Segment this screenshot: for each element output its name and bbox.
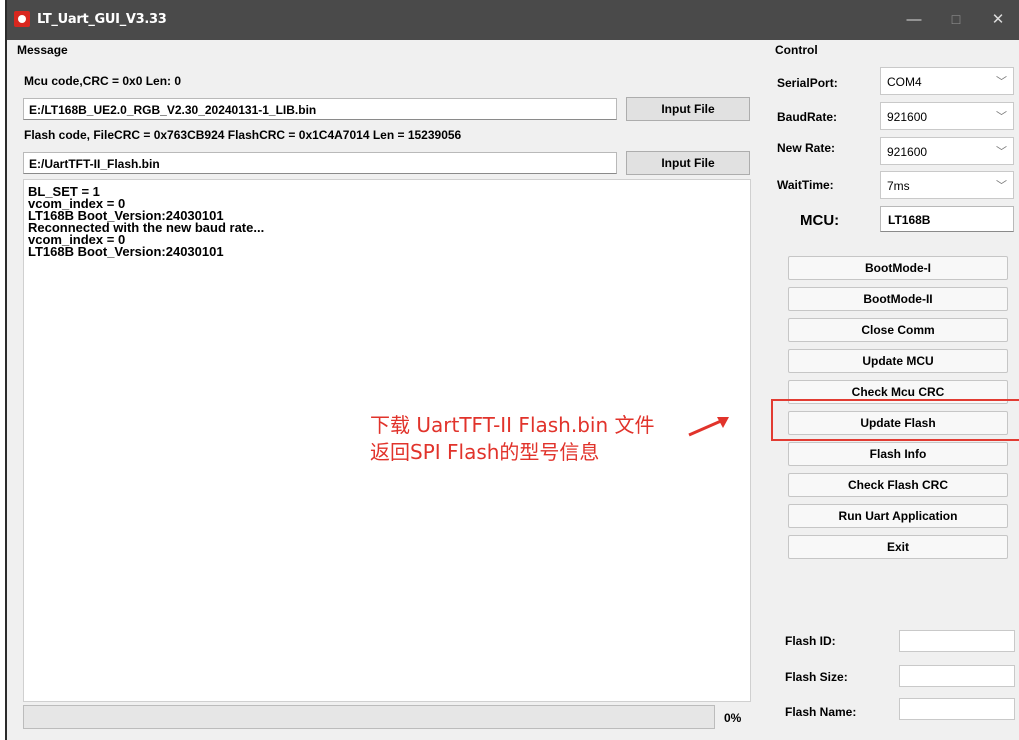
baud-rate-label: BaudRate:	[777, 110, 838, 124]
baud-rate-value: 921600	[887, 110, 928, 124]
arrow-icon	[688, 417, 729, 437]
flash-id-field[interactable]	[899, 630, 1015, 652]
wait-time-label: WaitTime:	[777, 178, 834, 192]
exit-button[interactable]: Exit	[788, 535, 1008, 559]
highlight-box	[771, 399, 1019, 441]
app-window: LT_Uart_GUI_V3.33 — ☐ ✕ Message Mcu code…	[5, 0, 1019, 740]
log-line: Reconnected with the new baud rate...	[28, 220, 265, 235]
baud-rate-select[interactable]: 921600 ﹀	[880, 102, 1014, 130]
mcu-input[interactable]: LT168B	[880, 206, 1014, 232]
progress-percent: 0%	[724, 711, 742, 725]
flash-size-field[interactable]	[899, 665, 1015, 687]
minimize-icon[interactable]: —	[893, 0, 935, 40]
app-icon	[14, 11, 30, 27]
check-flash-crc-button[interactable]: Check Flash CRC	[788, 473, 1008, 497]
flash-file-path-input[interactable]: E:/UartTFT-II_Flash.bin	[23, 152, 617, 174]
window-title: LT_Uart_GUI_V3.33	[37, 12, 167, 27]
serial-port-value: COM4	[887, 75, 922, 89]
mcu-input-file-button[interactable]: Input File	[626, 97, 750, 121]
flash-info-text: Flash code, FileCRC = 0x763CB924 FlashCR…	[24, 128, 462, 142]
run-uart-application-button[interactable]: Run Uart Application	[788, 504, 1008, 528]
log-line: BL_SET = 1	[28, 184, 100, 199]
close-icon[interactable]: ✕	[977, 0, 1019, 40]
message-group-title: Message	[17, 43, 68, 57]
progress-bar	[23, 705, 715, 729]
chevron-down-icon: ﹀	[996, 180, 1007, 192]
serial-port-select[interactable]: COM4 ﹀	[880, 67, 1014, 95]
chevron-down-icon: ﹀	[996, 76, 1007, 88]
serial-port-label: SerialPort:	[777, 76, 838, 90]
update-mcu-button[interactable]: Update MCU	[788, 349, 1008, 373]
annotation-line-1: 下载 UartTFT-II Flash.bin 文件	[370, 413, 655, 437]
chevron-down-icon: ﹀	[996, 111, 1007, 123]
close-comm-button[interactable]: Close Comm	[788, 318, 1008, 342]
flash-name-label: Flash Name:	[785, 705, 857, 719]
annotation-line-2: 返回SPI Flash的型号信息	[370, 440, 600, 464]
flash-size-label: Flash Size:	[785, 670, 848, 684]
maximize-icon[interactable]: ☐	[935, 0, 977, 40]
new-rate-label: New Rate:	[777, 141, 836, 155]
mcu-info-text: Mcu code,CRC = 0x0 Len: 0	[24, 74, 182, 88]
wait-time-select[interactable]: 7ms ﹀	[880, 171, 1014, 199]
control-group-title: Control	[775, 43, 818, 57]
new-rate-select[interactable]: 921600 ﹀	[880, 137, 1014, 165]
new-rate-value: 921600	[887, 145, 928, 159]
flash-info-button[interactable]: Flash Info	[788, 442, 1008, 466]
mcu-file-path-input[interactable]: E:/LT168B_UE2.0_RGB_V2.30_20240131-1_LIB…	[23, 98, 617, 120]
bootmode-i-button[interactable]: BootMode-I	[788, 256, 1008, 280]
flash-input-file-button[interactable]: Input File	[626, 151, 750, 175]
mcu-label: MCU:	[800, 212, 840, 229]
flash-name-field[interactable]	[899, 698, 1015, 720]
bootmode-ii-button[interactable]: BootMode-II	[788, 287, 1008, 311]
wait-time-value: 7ms	[887, 179, 910, 193]
log-line: LT168B Boot_Version:24030101	[28, 244, 224, 259]
flash-id-label: Flash ID:	[785, 634, 836, 648]
title-bar[interactable]: LT_Uart_GUI_V3.33 — ☐ ✕	[7, 0, 1019, 40]
chevron-down-icon: ﹀	[996, 146, 1007, 158]
